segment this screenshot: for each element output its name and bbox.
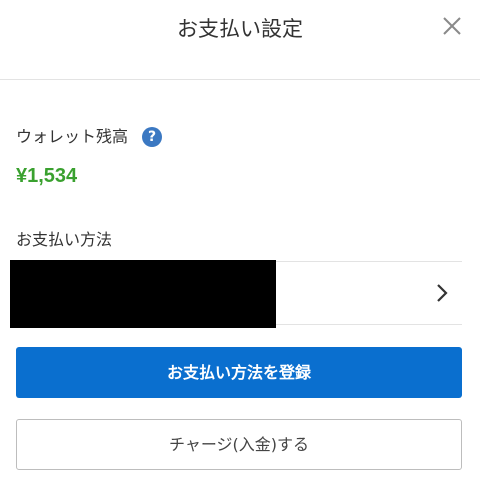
wallet-balance-label: ウォレット残高	[16, 127, 129, 146]
wallet-balance-amount: ¥1,534	[16, 165, 78, 187]
redacted-payment-info	[10, 260, 276, 328]
header: お支払い設定	[0, 0, 480, 80]
page-title: お支払い設定	[177, 17, 303, 41]
chevron-right-icon	[434, 282, 450, 304]
payment-method-row[interactable]	[10, 260, 462, 328]
payment-method-label: お支払い方法	[16, 230, 113, 249]
register-payment-method-button[interactable]: お支払い方法を登録	[16, 347, 462, 398]
help-icon[interactable]: ?	[142, 127, 162, 147]
charge-button[interactable]: チャージ(入金)する	[16, 419, 462, 470]
close-icon[interactable]	[436, 10, 468, 42]
